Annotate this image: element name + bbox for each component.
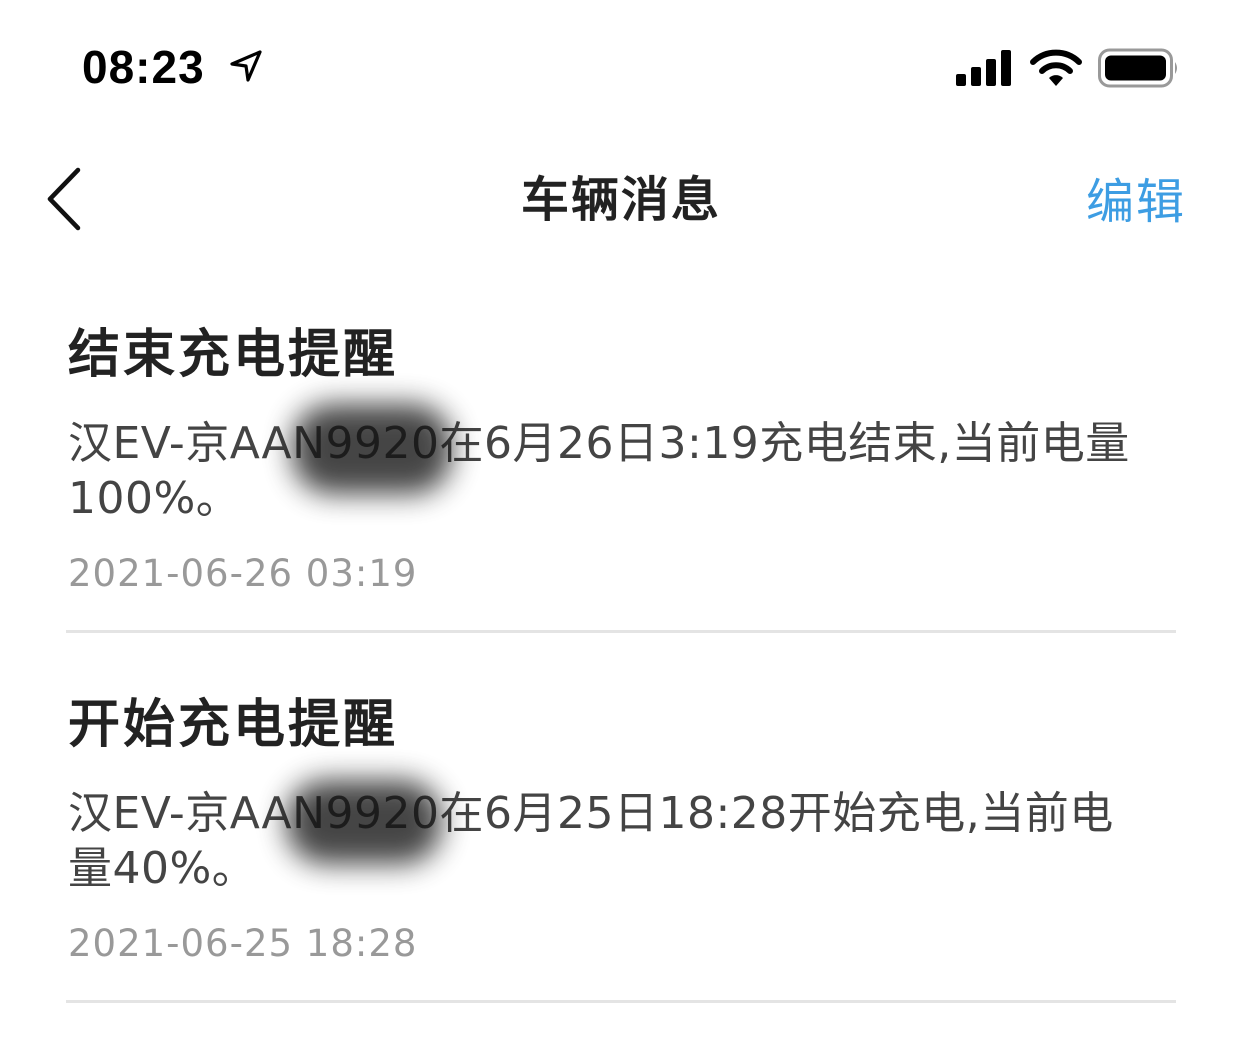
message-body: 汉EV-京AAN9920在6月26日3:19充电结束,当前电量100%。	[68, 418, 1130, 524]
nav-bar: 车辆消息 编辑	[0, 140, 1242, 260]
wifi-icon	[1030, 49, 1082, 86]
status-time: 08:23	[82, 41, 205, 93]
page-title: 车辆消息	[520, 172, 721, 228]
divider	[66, 1000, 1176, 1003]
message-body: 汉EV-京AAN9920在6月25日18:28开始充电,当前电量40%。	[68, 788, 1114, 894]
battery-icon	[1098, 48, 1177, 88]
location-arrow-icon	[230, 50, 262, 82]
message-time: 2021-06-25 18:28	[68, 922, 418, 965]
message-list: 结束充电提醒 汉EV-京AAN9920在6月26日3:19充电结束,当前电量10…	[0, 300, 1242, 1040]
status-bar: 08:23	[0, 0, 1242, 130]
message-item-end-charge[interactable]: 结束充电提醒 汉EV-京AAN9920在6月26日3:19充电结束,当前电量10…	[0, 300, 1242, 670]
message-title: 开始充电提醒	[68, 695, 399, 755]
divider	[66, 630, 1176, 633]
edit-button[interactable]: 编辑	[1086, 172, 1186, 232]
signal-icon	[956, 50, 1011, 86]
redaction-blur	[286, 780, 442, 864]
message-item-start-charge[interactable]: 开始充电提醒 汉EV-京AAN9920在6月25日18:28开始充电,当前电量4…	[0, 670, 1242, 1040]
redaction-blur	[292, 404, 452, 494]
message-title: 结束充电提醒	[68, 325, 399, 385]
message-time: 2021-06-26 03:19	[68, 552, 418, 595]
